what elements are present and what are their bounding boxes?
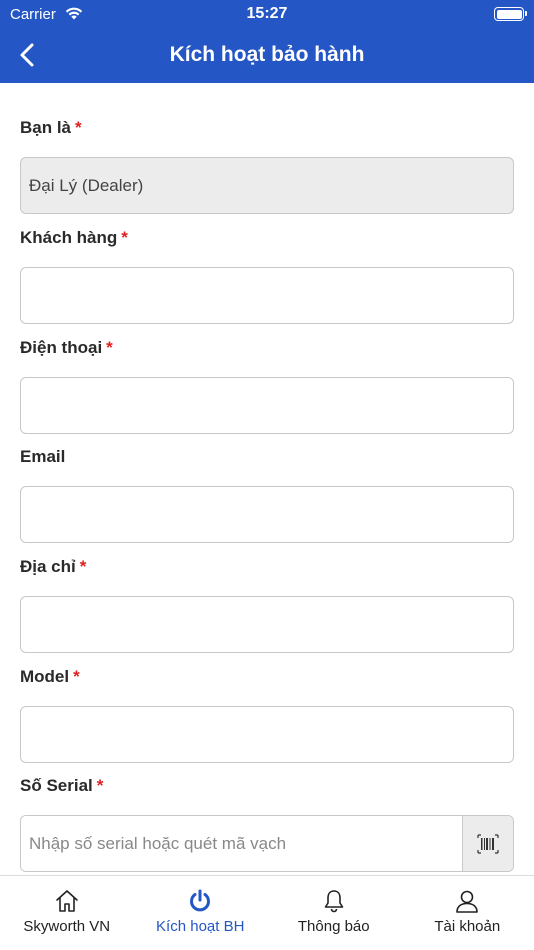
required-mark: * bbox=[106, 338, 113, 357]
required-mark: * bbox=[96, 776, 104, 795]
tab-notifications[interactable]: Thông báo bbox=[267, 876, 401, 950]
model-label: Model * bbox=[20, 667, 80, 686]
page-title: Kích hoạt bảo hành bbox=[169, 43, 365, 66]
required-mark: * bbox=[121, 228, 128, 247]
navigation-bar: Kích hoạt bảo hành bbox=[0, 28, 534, 83]
required-mark: * bbox=[79, 557, 87, 576]
customer-field: Khách hàng * bbox=[20, 228, 514, 324]
address-label: Địa chỉ * bbox=[20, 557, 87, 576]
email-field: Email bbox=[20, 447, 514, 543]
tab-account[interactable]: Tài khoản bbox=[401, 876, 534, 950]
power-icon bbox=[134, 888, 268, 914]
tab-bar: Skyworth VN Kích hoạt BH Thông báo Tài k… bbox=[0, 875, 534, 950]
customer-input[interactable] bbox=[20, 267, 514, 324]
model-input[interactable] bbox=[20, 706, 514, 763]
tab-account-label: Tài khoản bbox=[434, 918, 501, 935]
serial-input[interactable] bbox=[21, 816, 464, 871]
email-label: Email bbox=[20, 447, 66, 466]
tab-warranty-activation-label: Kích hoạt BH bbox=[156, 918, 245, 935]
role-input[interactable]: Đại Lý (Dealer) bbox=[20, 157, 514, 214]
address-field: Địa chỉ * bbox=[20, 557, 514, 653]
home-icon bbox=[0, 888, 134, 914]
serial-field: Số Serial * bbox=[20, 776, 514, 872]
email-input[interactable] bbox=[20, 486, 514, 543]
battery-icon bbox=[494, 7, 527, 21]
required-mark: * bbox=[73, 667, 80, 686]
role-label: Bạn là * bbox=[20, 118, 82, 137]
clock: 15:27 bbox=[246, 5, 288, 22]
tab-home[interactable]: Skyworth VN bbox=[0, 876, 134, 950]
serial-input-group bbox=[20, 815, 514, 872]
serial-label: Số Serial * bbox=[20, 776, 104, 795]
barcode-icon bbox=[477, 833, 499, 854]
phone-label: Điện thoại * bbox=[20, 338, 113, 357]
tab-notifications-label: Thông báo bbox=[297, 918, 370, 935]
model-field: Model * bbox=[20, 667, 514, 763]
address-input[interactable] bbox=[20, 596, 514, 653]
customer-label: Khách hàng * bbox=[20, 228, 128, 247]
status-bar: Carrier 15:27 bbox=[0, 0, 534, 28]
barcode-scan-button[interactable] bbox=[462, 816, 513, 871]
required-mark: * bbox=[75, 118, 82, 137]
phone-field: Điện thoại * bbox=[20, 338, 514, 434]
role-field: Bạn là * Đại Lý (Dealer) bbox=[20, 118, 514, 214]
phone-input[interactable] bbox=[20, 377, 514, 434]
bell-icon bbox=[267, 888, 401, 914]
tab-home-label: Skyworth VN bbox=[23, 918, 111, 935]
user-icon bbox=[401, 888, 534, 914]
tab-warranty-activation[interactable]: Kích hoạt BH bbox=[134, 876, 268, 950]
